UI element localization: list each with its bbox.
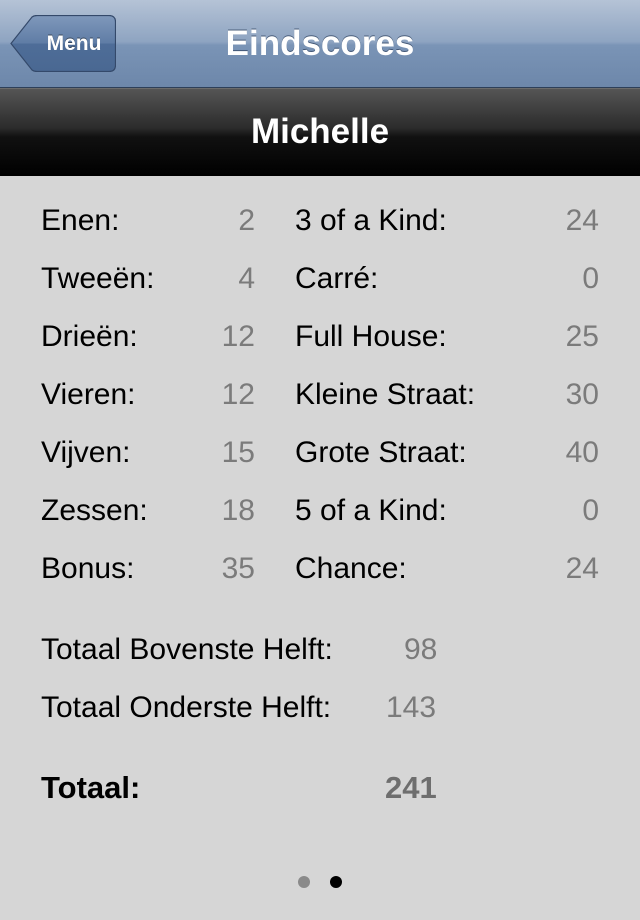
score-value: 40 — [565, 436, 599, 469]
score-value: 0 — [582, 262, 599, 295]
total-upper-label: Totaal Bovenste Helft: — [41, 633, 333, 666]
score-row-three-of-a-kind: 3 of a Kind: 24 — [295, 199, 599, 243]
page-control[interactable] — [0, 876, 640, 892]
score-value: 35 — [221, 552, 255, 585]
grand-total-label: Totaal: — [41, 770, 141, 805]
menu-back-button[interactable]: Menu — [10, 15, 116, 72]
total-lower-row: Totaal Onderste Helft: 143 — [41, 686, 461, 730]
player-header: Michelle — [0, 88, 640, 176]
score-label: Bonus: — [41, 552, 135, 585]
page-dot-2[interactable] — [330, 876, 342, 888]
score-value: 0 — [582, 494, 599, 527]
score-row-vieren: Vieren: 12 — [41, 373, 255, 417]
navigation-bar: Menu Eindscores — [0, 0, 640, 88]
score-label: Grote Straat: — [295, 436, 467, 469]
score-value: 18 — [221, 494, 255, 527]
score-label: Full House: — [295, 320, 447, 353]
score-label: Zessen: — [41, 494, 148, 527]
score-row-chance: Chance: 24 — [295, 547, 599, 591]
score-row-carre: Carré: 0 — [295, 257, 599, 301]
total-upper-row: Totaal Bovenste Helft: 98 — [41, 628, 461, 672]
score-label: Vijven: — [41, 436, 131, 469]
score-row-grote-straat: Grote Straat: 40 — [295, 431, 599, 475]
total-lower-value: 143 — [386, 691, 437, 724]
score-value: 30 — [565, 378, 599, 411]
total-upper-value: 98 — [404, 633, 438, 666]
score-value: 12 — [221, 320, 255, 353]
score-value: 24 — [565, 204, 599, 237]
page-title: Eindscores — [225, 24, 415, 63]
score-row-kleine-straat: Kleine Straat: 30 — [295, 373, 599, 417]
score-value: 2 — [238, 204, 255, 237]
score-label: Carré: — [295, 262, 379, 295]
score-row-zessen: Zessen: 18 — [41, 489, 255, 533]
grand-total-value: 241 — [385, 770, 437, 805]
score-label: Vieren: — [41, 378, 136, 411]
total-lower-label: Totaal Onderste Helft: — [41, 691, 332, 724]
score-row-drieen: Drieën: 12 — [41, 315, 255, 359]
player-name: Michelle — [250, 112, 390, 151]
score-row-bonus: Bonus: 35 — [41, 547, 255, 591]
score-row-full-house: Full House: 25 — [295, 315, 599, 359]
score-label: 3 of a Kind: — [295, 204, 447, 237]
score-row-five-of-a-kind: 5 of a Kind: 0 — [295, 489, 599, 533]
score-value: 25 — [565, 320, 599, 353]
page-dot-1[interactable] — [298, 876, 310, 888]
score-label: Drieën: — [41, 320, 138, 353]
score-row-enen: Enen: 2 — [41, 199, 255, 243]
score-label: Enen: — [41, 204, 120, 237]
score-row-tweeen: Tweeën: 4 — [41, 257, 255, 301]
score-value: 24 — [565, 552, 599, 585]
grand-total-row: Totaal: 241 — [41, 766, 441, 810]
score-row-vijven: Vijven: 15 — [41, 431, 255, 475]
score-value: 15 — [221, 436, 255, 469]
score-value: 4 — [238, 262, 255, 295]
menu-back-label: Menu — [46, 32, 102, 55]
score-value: 12 — [221, 378, 255, 411]
score-label: Tweeën: — [41, 262, 155, 295]
score-label: Kleine Straat: — [295, 378, 476, 411]
score-label: Chance: — [295, 552, 407, 585]
score-label: 5 of a Kind: — [295, 494, 447, 527]
